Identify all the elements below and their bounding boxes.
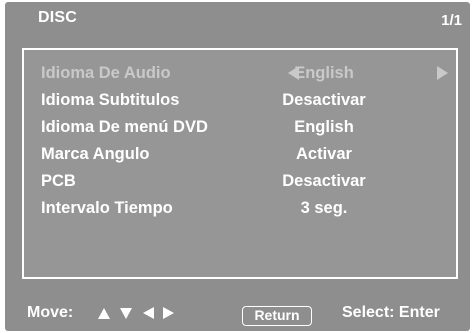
menu-item-label: Intervalo Tiempo (41, 199, 173, 217)
dvd-setup-screen: DISC 1/1 Idioma De Audio English Idioma … (0, 0, 472, 333)
menu-item-label: Idioma Subtitulos (41, 91, 180, 109)
menu-item-value: English (294, 64, 354, 82)
menu-item-value: Activar (296, 145, 352, 163)
menu-item-label: Idioma De Audio (41, 64, 171, 82)
right-triangle-icon[interactable] (437, 66, 448, 80)
menu-item-label: Idioma De menú DVD (41, 118, 208, 136)
menu-item-idioma-de-menu-dvd[interactable]: Idioma De menú DVD English (24, 115, 456, 139)
menu-item-marca-angulo[interactable]: Marca Angulo Activar (24, 142, 456, 166)
menu-item-label: PCB (41, 172, 76, 190)
down-arrow-icon (120, 308, 132, 319)
footer-bar: Move: Return Select: Enter (5, 300, 470, 328)
return-button[interactable]: Return (242, 306, 312, 326)
up-arrow-icon (98, 308, 110, 319)
page-indicator: 1/1 (441, 12, 462, 29)
menu-item-idioma-de-audio[interactable]: Idioma De Audio English (24, 61, 456, 85)
menu-title: DISC (38, 9, 78, 26)
move-label: Move: (27, 304, 74, 321)
menu-item-value: Desactivar (282, 91, 366, 109)
menu-item-value: Desactivar (282, 172, 366, 190)
menu-item-label: Marca Angulo (41, 145, 150, 163)
osd-window: DISC 1/1 Idioma De Audio English Idioma … (5, 2, 470, 331)
select-hint: Select: Enter (342, 304, 440, 321)
menu-item-intervalo-tiempo[interactable]: Intervalo Tiempo 3 seg. (24, 196, 456, 220)
menu-item-value: English (294, 118, 354, 136)
menu-item-pcb[interactable]: PCB Desactivar (24, 169, 456, 193)
menu-item-value: 3 seg. (300, 199, 348, 217)
menu-item-idioma-subtitulos[interactable]: Idioma Subtitulos Desactivar (24, 88, 456, 112)
right-arrow-icon (163, 307, 174, 319)
left-arrow-icon (143, 307, 154, 319)
settings-panel: Idioma De Audio English Idioma Subtitulo… (22, 48, 458, 279)
